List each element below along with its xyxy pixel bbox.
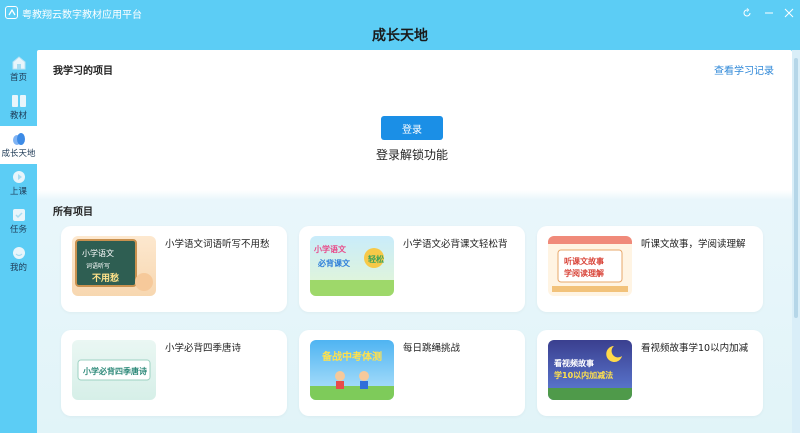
sidebar-item-label: 成长天地 [1,149,36,159]
sidebar-item-label: 上课 [9,187,27,197]
project-card-title: 小学必背四季唐诗 [165,343,242,354]
project-card[interactable]: 看视频故事 学10以内加减法 看视频故事学10以内加减 [537,330,763,416]
project-card[interactable]: 小学语文 词语听写 不用愁 小学语文词语听写不用愁 [61,226,287,312]
sidebar-item-label: 我的 [9,263,27,273]
project-card[interactable]: 听课文故事 学阅读理解 听课文故事，学阅读理解 [537,226,763,312]
svg-text:词语听写: 词语听写 [86,262,110,270]
sidebar-item-label: 任务 [9,225,27,235]
minimize-icon[interactable] [760,4,778,22]
my-projects-title: 我学习的项目 [53,66,113,77]
project-card-title: 小学语文必背课文轻松背 [403,239,508,250]
sidebar-nav: 首页 教材 成长天地 上课 任务 我的 [0,50,37,278]
view-history-link[interactable]: 查看学习记录 [714,62,774,77]
svg-text:学10以内加减法: 学10以内加减法 [554,370,613,380]
sidebar-item-task[interactable]: 任务 [0,202,37,240]
sidebar-item-profile[interactable]: 我的 [0,240,37,278]
project-card[interactable]: 备战中考体测 每日跳绳挑战 [299,330,525,416]
svg-text:备战中考体测: 备战中考体测 [321,350,382,363]
app-title: 粤教翔云数字教材应用平台 [22,10,142,21]
svg-text:听课文故事: 听课文故事 [564,256,604,266]
project-card[interactable]: 小学必背四季唐诗 小学必背四季唐诗 [61,330,287,416]
svg-text:学阅读理解: 学阅读理解 [564,268,604,278]
book-icon [11,93,27,107]
project-card-title: 小学语文词语听写不用愁 [165,239,270,250]
sidebar-item-home[interactable]: 首页 [0,50,37,88]
growth-icon [11,131,27,145]
project-thumbnail: 备战中考体测 [310,340,394,400]
login-button[interactable]: 登录 [381,116,443,140]
svg-text:小学必背四季唐诗: 小学必背四季唐诗 [82,366,147,376]
svg-text:小学语文: 小学语文 [313,244,347,254]
svg-text:轻松: 轻松 [368,254,384,264]
sidebar-item-label: 首页 [9,73,27,83]
sidebar-item-label: 教材 [9,111,27,121]
svg-text:必背课文: 必背课文 [317,258,351,268]
project-thumbnail: 看视频故事 学10以内加减法 [548,340,632,400]
app-logo-icon [5,6,18,19]
svg-text:看视频故事: 看视频故事 [553,358,594,368]
task-icon [11,207,27,221]
project-card-title: 听课文故事，学阅读理解 [641,239,746,250]
close-icon[interactable] [780,4,798,22]
project-thumbnail: 小学语文 必背课文 轻松 [310,236,394,296]
login-hint: 登录解锁功能 [375,148,448,162]
main-panel: 我学习的项目 查看学习记录 登录 登录解锁功能 所有项目 小学语文 词语听写 不… [37,50,792,433]
project-thumbnail: 小学语文 词语听写 不用愁 [72,236,156,296]
profile-icon [11,245,27,259]
svg-text:不用愁: 不用愁 [92,272,119,284]
refresh-icon[interactable] [738,4,756,22]
title-bar: 粤教翔云数字教材应用平台 [0,0,800,26]
sidebar-item-class[interactable]: 上课 [0,164,37,202]
home-icon [11,55,27,70]
sidebar-item-growth[interactable]: 成长天地 [0,126,37,164]
svg-text:小学语文: 小学语文 [82,248,114,258]
sidebar-item-textbook[interactable]: 教材 [0,88,37,126]
project-thumbnail: 小学必背四季唐诗 [72,340,156,400]
all-projects-title: 所有项目 [53,207,93,218]
project-thumbnail: 听课文故事 学阅读理解 [548,236,632,296]
page-title: 成长天地 [372,28,428,44]
project-card[interactable]: 小学语文 必背课文 轻松 小学语文必背课文轻松背 [299,226,525,312]
class-icon [11,169,27,183]
project-card-title: 每日跳绳挑战 [403,343,461,354]
scrollbar-thumb[interactable] [794,58,798,318]
project-card-title: 看视频故事学10以内加减 [641,343,749,354]
